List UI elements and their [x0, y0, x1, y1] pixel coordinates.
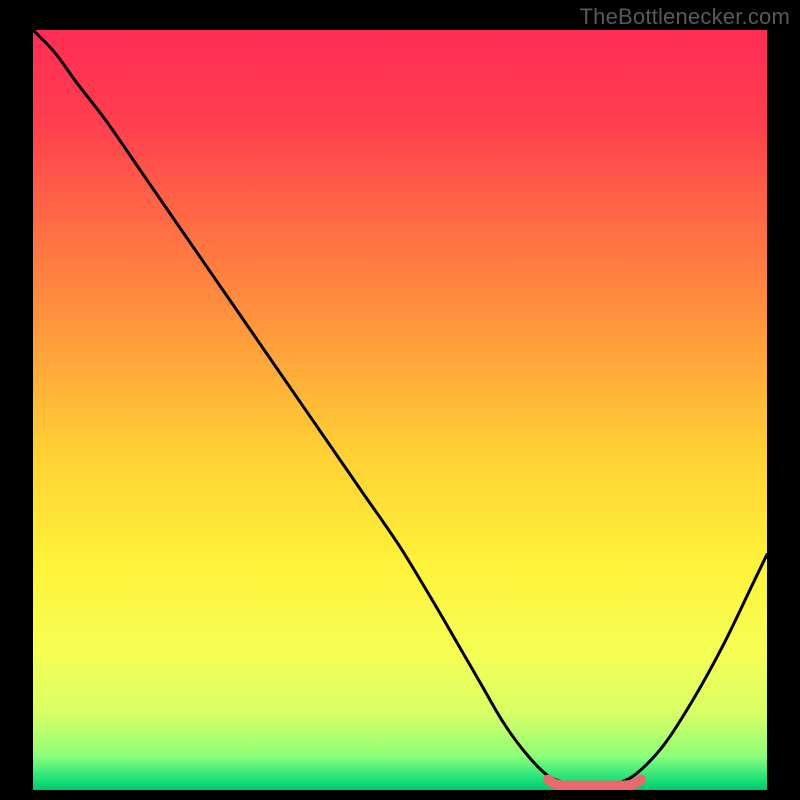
gradient-background	[33, 30, 767, 790]
watermark-text: TheBottlenecker.com	[580, 4, 790, 30]
plot-area	[33, 30, 767, 790]
chart-frame: TheBottlenecker.com	[0, 0, 800, 800]
bottleneck-chart	[33, 30, 767, 790]
